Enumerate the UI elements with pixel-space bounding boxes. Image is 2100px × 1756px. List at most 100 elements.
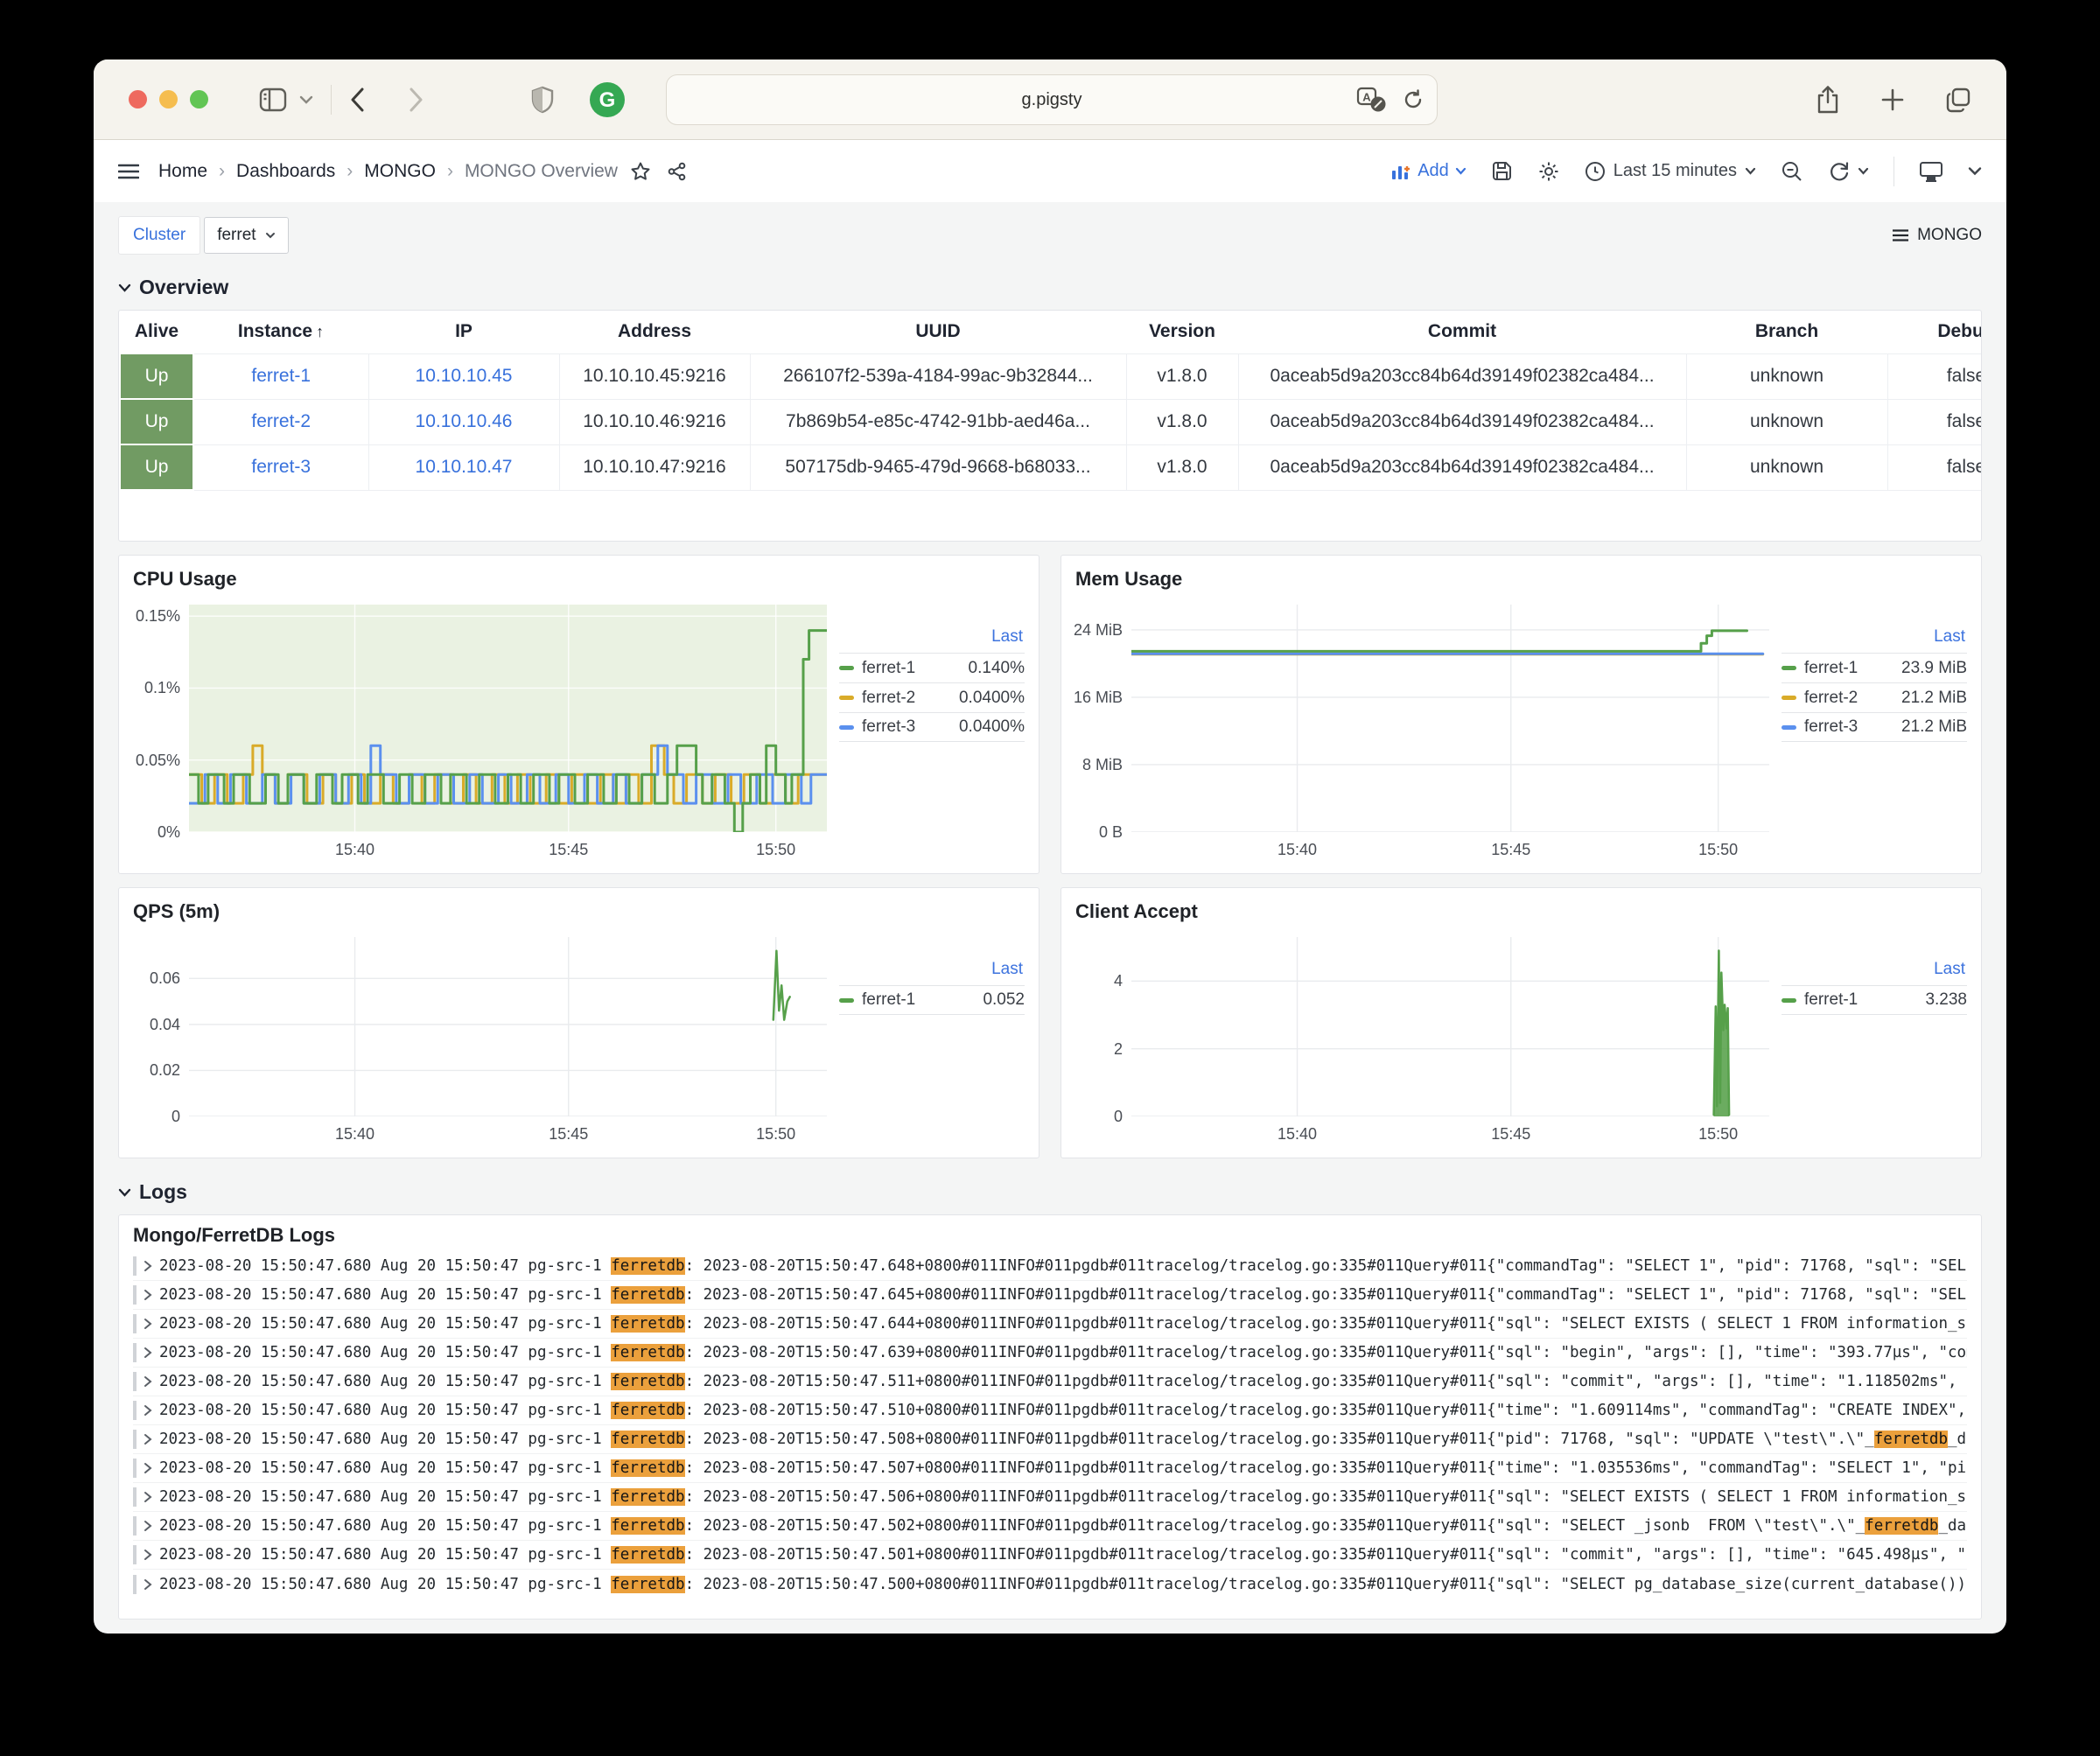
log-row[interactable]: 2023-08-20 15:50:47.680 Aug 20 15:50:47 … [133,1570,1967,1599]
privacy-shield-icon[interactable] [531,86,554,114]
log-row[interactable]: 2023-08-20 15:50:47.680 Aug 20 15:50:47 … [133,1252,1967,1281]
expand-chevron-icon[interactable] [144,1289,152,1301]
save-dashboard-icon[interactable] [1491,160,1513,182]
dashboard-settings-icon[interactable] [1537,160,1560,183]
legend-series-name[interactable]: ferret-3 [862,717,915,737]
zoom-out-time-icon[interactable] [1781,160,1803,183]
minimize-window-button[interactable] [159,90,178,108]
chart-title[interactable]: Mem Usage [1075,568,1967,591]
forward-button[interactable] [409,87,424,113]
expand-chevron-icon[interactable] [144,1433,152,1445]
log-row[interactable]: 2023-08-20 15:50:47.680 Aug 20 15:50:47 … [133,1310,1967,1339]
column-header-uuid[interactable]: UUID [750,311,1126,353]
star-icon[interactable] [630,161,651,182]
column-header-debug[interactable]: Debug [1887,311,1982,353]
zoom-window-button[interactable] [190,90,208,108]
column-header-instance[interactable]: Instance↑ [193,311,368,353]
column-header-version[interactable]: Version [1126,311,1238,353]
breadcrumb-mongo[interactable]: MONGO [364,161,436,182]
menu-icon[interactable] [118,164,139,179]
legend-series-name[interactable]: ferret-1 [1804,990,1858,1010]
log-segment: _data [1948,1431,1967,1448]
mongo-menu-label: MONGO [1917,226,1982,245]
share-dashboard-icon[interactable] [667,161,688,182]
column-header-commit[interactable]: Commit [1238,311,1686,353]
column-header-branch[interactable]: Branch [1686,311,1887,353]
expand-chevron-icon[interactable] [144,1462,152,1474]
plot-area[interactable] [1131,937,1769,1116]
y-tick-label: 16 MiB [1074,689,1123,707]
back-button[interactable] [349,87,365,113]
cluster-variable-select[interactable]: ferret [204,217,288,254]
refresh-control[interactable] [1828,160,1869,183]
column-header-address[interactable]: Address [559,311,750,353]
expand-chevron-icon[interactable] [144,1318,152,1330]
log-row[interactable]: 2023-08-20 15:50:47.680 Aug 20 15:50:47 … [133,1396,1967,1425]
legend-series-name[interactable]: ferret-2 [1804,689,1858,708]
kiosk-mode-icon[interactable] [1919,160,1943,183]
legend-last-header[interactable]: Last [1782,627,1967,647]
legend-series-name[interactable]: ferret-1 [862,659,915,678]
log-row[interactable]: 2023-08-20 15:50:47.680 Aug 20 15:50:47 … [133,1425,1967,1454]
plot-area[interactable] [189,605,827,832]
breadcrumb-home[interactable]: Home [158,161,207,182]
chart-title[interactable]: Client Accept [1075,900,1967,923]
add-button[interactable]: Add [1390,161,1466,181]
cell-instance[interactable]: ferret-3 [193,444,368,490]
table-row: Upferret-110.10.10.4510.10.10.45:9216266… [120,353,1982,399]
expand-chevron-icon[interactable] [144,1578,152,1591]
address-bar[interactable]: g.pigsty A [666,74,1438,125]
mongo-menu-button[interactable]: MONGO [1892,226,1982,245]
cell-instance[interactable]: ferret-1 [193,353,368,399]
expand-chevron-icon[interactable] [144,1404,152,1417]
cell-ip[interactable]: 10.10.10.47 [368,444,559,490]
legend-last-header[interactable]: Last [1782,960,1967,979]
grammarly-extension-icon[interactable]: G [589,81,626,118]
share-icon[interactable] [1816,85,1840,115]
logs-panel-title[interactable]: Mongo/FerretDB Logs [133,1224,1967,1247]
new-tab-icon[interactable] [1880,87,1905,112]
legend-series-name[interactable]: ferret-3 [1804,717,1858,737]
time-range-picker[interactable]: Last 15 minutes [1585,161,1756,182]
log-line-text: 2023-08-20 15:50:47.680 Aug 20 15:50:47 … [159,1373,1967,1390]
tab-overview-icon[interactable] [1945,87,1971,113]
expand-chevron-icon[interactable] [144,1520,152,1532]
expand-chevron-icon[interactable] [144,1549,152,1561]
sidebar-chevron-icon[interactable] [299,95,313,104]
legend-last-header[interactable]: Last [839,627,1025,647]
log-row[interactable]: 2023-08-20 15:50:47.680 Aug 20 15:50:47 … [133,1281,1967,1310]
log-row[interactable]: 2023-08-20 15:50:47.680 Aug 20 15:50:47 … [133,1454,1967,1483]
column-header-alive[interactable]: Alive [120,311,193,353]
translate-icon[interactable]: A [1356,87,1388,113]
cell-ip[interactable]: 10.10.10.46 [368,399,559,444]
log-row[interactable]: 2023-08-20 15:50:47.680 Aug 20 15:50:47 … [133,1541,1967,1570]
log-row[interactable]: 2023-08-20 15:50:47.680 Aug 20 15:50:47 … [133,1368,1967,1396]
cell-ip[interactable]: 10.10.10.45 [368,353,559,399]
expand-chevron-icon[interactable] [144,1491,152,1503]
expand-chevron-icon[interactable] [144,1375,152,1388]
log-row[interactable]: 2023-08-20 15:50:47.680 Aug 20 15:50:47 … [133,1483,1967,1512]
sidebar-icon[interactable] [259,87,287,112]
expand-chevron-icon[interactable] [144,1347,152,1359]
nav-collapse-chevron-icon[interactable] [1968,166,1982,176]
breadcrumb-dashboards[interactable]: Dashboards [236,161,335,182]
expand-chevron-icon[interactable] [144,1260,152,1272]
column-header-ip[interactable]: IP [368,311,559,353]
overview-section-header[interactable]: Overview [118,276,1982,299]
cell-instance[interactable]: ferret-2 [193,399,368,444]
log-row[interactable]: 2023-08-20 15:50:47.680 Aug 20 15:50:47 … [133,1339,1967,1368]
legend-series-name[interactable]: ferret-2 [862,689,915,708]
close-window-button[interactable] [129,90,147,108]
reload-icon[interactable] [1402,88,1424,111]
logs-section-header[interactable]: Logs [118,1180,1982,1204]
plot-area-wrap: 0%0.05%0.1%0.15%15:4015:4515:50 [133,605,827,862]
chart-title[interactable]: CPU Usage [133,568,1025,591]
legend-series-name[interactable]: ferret-1 [1804,659,1858,678]
plot-area[interactable] [1131,605,1769,832]
legend-series-name[interactable]: ferret-1 [862,990,915,1010]
plot-area[interactable] [189,937,827,1116]
chart-title[interactable]: QPS (5m) [133,900,1025,923]
breadcrumb-current: MONGO Overview [465,161,618,182]
legend-last-header[interactable]: Last [839,960,1025,979]
log-row[interactable]: 2023-08-20 15:50:47.680 Aug 20 15:50:47 … [133,1512,1967,1541]
